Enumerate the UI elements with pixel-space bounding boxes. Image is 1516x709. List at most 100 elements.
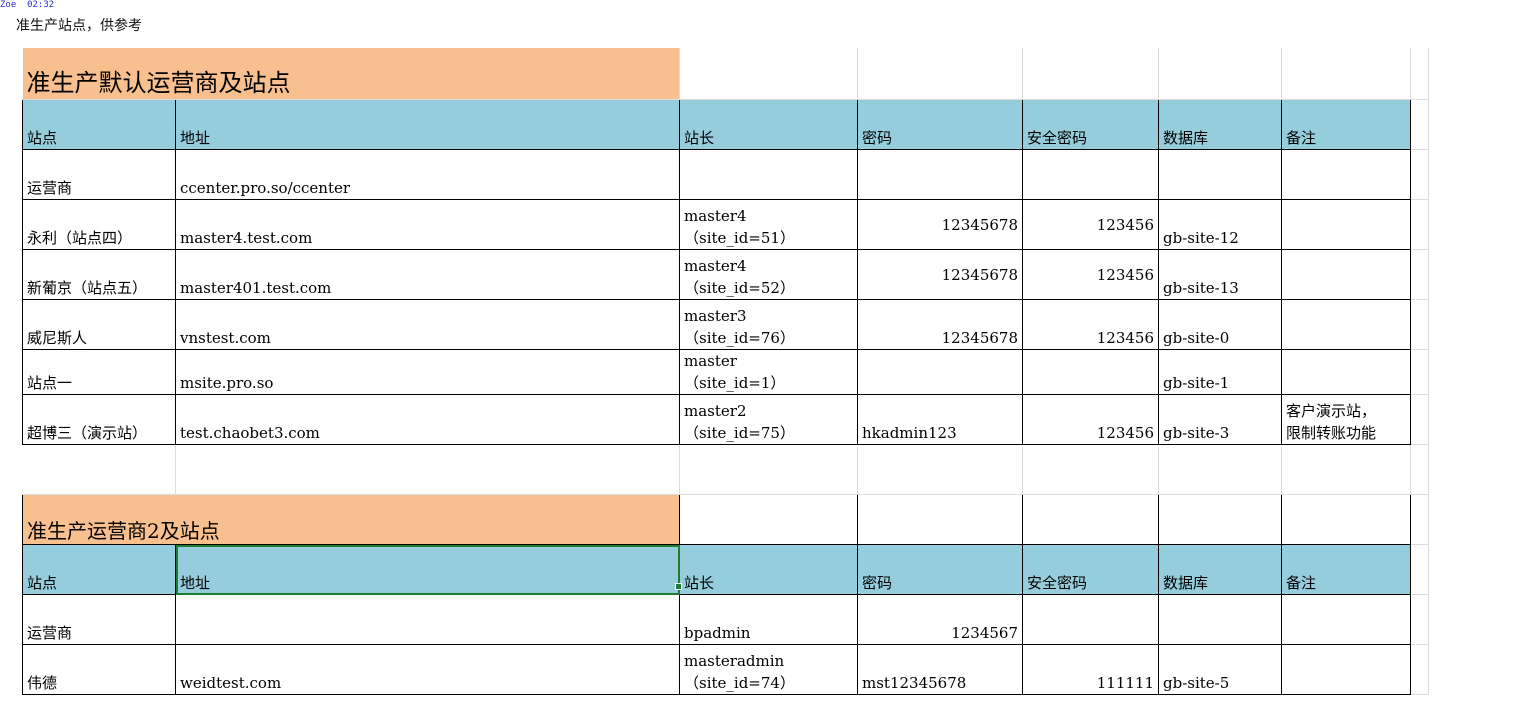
cell-site[interactable]: 运营商 — [22, 149, 176, 200]
cell-remark[interactable] — [1281, 349, 1411, 395]
cell-remark[interactable] — [1281, 299, 1411, 350]
cell[interactable] — [1410, 349, 1429, 395]
cell[interactable] — [1410, 644, 1429, 695]
cell-safe-password[interactable] — [1022, 594, 1159, 645]
cell[interactable] — [1281, 494, 1411, 545]
cell[interactable] — [22, 444, 176, 495]
header-password[interactable]: 密码 — [857, 544, 1023, 595]
cell-address[interactable]: msite.pro.so — [175, 349, 680, 395]
cell-password[interactable]: mst12345678 — [857, 644, 1023, 695]
header-address-selected[interactable]: 地址 — [175, 544, 680, 595]
cell-safe-password[interactable]: 123456 — [1022, 299, 1159, 350]
cell[interactable] — [857, 494, 1023, 545]
cell-master[interactable] — [679, 149, 858, 200]
cell-safe-password[interactable]: 111111 — [1022, 644, 1159, 695]
header-site[interactable]: 站点 — [22, 544, 176, 595]
cell-safe-password[interactable]: 123456 — [1022, 249, 1159, 300]
cell-master[interactable]: masteradmin （site_id=74） — [679, 644, 858, 695]
cell[interactable] — [1410, 249, 1429, 300]
cell-password[interactable]: hkadmin123 — [857, 394, 1023, 445]
cell-database[interactable]: gb-site-12 — [1158, 199, 1282, 250]
cell[interactable] — [1022, 48, 1159, 100]
selection-fill-handle[interactable] — [675, 583, 682, 590]
cell-database[interactable]: gb-site-5 — [1158, 644, 1282, 695]
cell-database[interactable] — [1158, 149, 1282, 200]
header-site[interactable]: 站点 — [22, 99, 176, 150]
cell[interactable] — [1158, 48, 1282, 100]
cell-remark[interactable]: 客户演示站， 限制转账功能 — [1281, 394, 1411, 445]
cell-database[interactable] — [1158, 594, 1282, 645]
cell[interactable] — [1022, 444, 1159, 495]
cell[interactable] — [857, 48, 1023, 100]
header-database[interactable]: 数据库 — [1158, 99, 1282, 150]
cell-database[interactable]: gb-site-0 — [1158, 299, 1282, 350]
cell[interactable] — [1410, 594, 1429, 645]
header-safe-password[interactable]: 安全密码 — [1022, 99, 1159, 150]
cell-site[interactable]: 威尼斯人 — [22, 299, 176, 350]
cell-safe-password[interactable]: 123456 — [1022, 199, 1159, 250]
section1-title[interactable]: 准生产默认运营商及站点 — [22, 48, 680, 100]
cell[interactable] — [679, 444, 858, 495]
cell-remark[interactable] — [1281, 644, 1411, 695]
cell-address[interactable]: ccenter.pro.so/ccenter — [175, 149, 680, 200]
cell[interactable] — [1410, 199, 1429, 250]
cell-password[interactable]: 12345678 — [857, 249, 1023, 300]
cell[interactable] — [1158, 494, 1282, 545]
cell-database[interactable]: gb-site-1 — [1158, 349, 1282, 395]
cell-password[interactable]: 12345678 — [857, 199, 1023, 250]
cell[interactable] — [175, 444, 680, 495]
cell-site[interactable]: 运营商 — [22, 594, 176, 645]
cell[interactable] — [1410, 299, 1429, 350]
cell[interactable] — [1410, 48, 1429, 100]
cell-site[interactable]: 站点一 — [22, 349, 176, 395]
cell[interactable] — [1410, 544, 1429, 595]
cell[interactable] — [1410, 99, 1429, 150]
cell-address[interactable]: vnstest.com — [175, 299, 680, 350]
cell-master[interactable]: master2 （site_id=75） — [679, 394, 858, 445]
cell-database[interactable]: gb-site-3 — [1158, 394, 1282, 445]
cell-remark[interactable] — [1281, 199, 1411, 250]
header-master[interactable]: 站长 — [679, 99, 858, 150]
cell-remark[interactable] — [1281, 149, 1411, 200]
cell-password[interactable]: 1234567 — [857, 594, 1023, 645]
cell[interactable] — [1410, 444, 1429, 495]
cell-address[interactable]: master401.test.com — [175, 249, 680, 300]
header-database[interactable]: 数据库 — [1158, 544, 1282, 595]
cell-address[interactable] — [175, 594, 680, 645]
header-remark[interactable]: 备注 — [1281, 99, 1411, 150]
cell-address[interactable]: test.chaobet3.com — [175, 394, 680, 445]
cell-password[interactable] — [857, 149, 1023, 200]
cell-site[interactable]: 永利（站点四） — [22, 199, 176, 250]
cell[interactable] — [679, 494, 858, 545]
cell-database[interactable]: gb-site-13 — [1158, 249, 1282, 300]
cell-master[interactable]: master （site_id=1） — [679, 349, 858, 395]
cell-password[interactable]: 12345678 — [857, 299, 1023, 350]
cell[interactable] — [857, 444, 1023, 495]
cell-site[interactable]: 超博三（演示站） — [22, 394, 176, 445]
cell-remark[interactable] — [1281, 594, 1411, 645]
cell-master[interactable]: bpadmin — [679, 594, 858, 645]
header-safe-password[interactable]: 安全密码 — [1022, 544, 1159, 595]
header-master[interactable]: 站长 — [679, 544, 858, 595]
cell-password[interactable] — [857, 349, 1023, 395]
cell-address[interactable]: weidtest.com — [175, 644, 680, 695]
cell-safe-password[interactable] — [1022, 349, 1159, 395]
cell-site[interactable]: 新葡京（站点五） — [22, 249, 176, 300]
cell-master[interactable]: master4 （site_id=51） — [679, 199, 858, 250]
cell[interactable] — [1410, 394, 1429, 445]
cell-address[interactable]: master4.test.com — [175, 199, 680, 250]
section2-title[interactable]: 准生产运营商2及站点 — [22, 494, 680, 545]
cell[interactable] — [1158, 444, 1282, 495]
cell-remark[interactable] — [1281, 249, 1411, 300]
cell[interactable] — [679, 48, 858, 100]
header-password[interactable]: 密码 — [857, 99, 1023, 150]
cell[interactable] — [1022, 494, 1159, 545]
cell[interactable] — [1410, 149, 1429, 200]
spreadsheet-grid[interactable]: 准生产默认运营商及站点 站点 地址 站长 密码 安全密码 数据库 备注 运营商 … — [22, 48, 1429, 700]
header-remark[interactable]: 备注 — [1281, 544, 1411, 595]
cell-master[interactable]: master3 （site_id=76） — [679, 299, 858, 350]
cell[interactable] — [1281, 48, 1411, 100]
cell-safe-password[interactable]: 123456 — [1022, 394, 1159, 445]
cell[interactable] — [1281, 444, 1411, 495]
cell-site[interactable]: 伟德 — [22, 644, 176, 695]
